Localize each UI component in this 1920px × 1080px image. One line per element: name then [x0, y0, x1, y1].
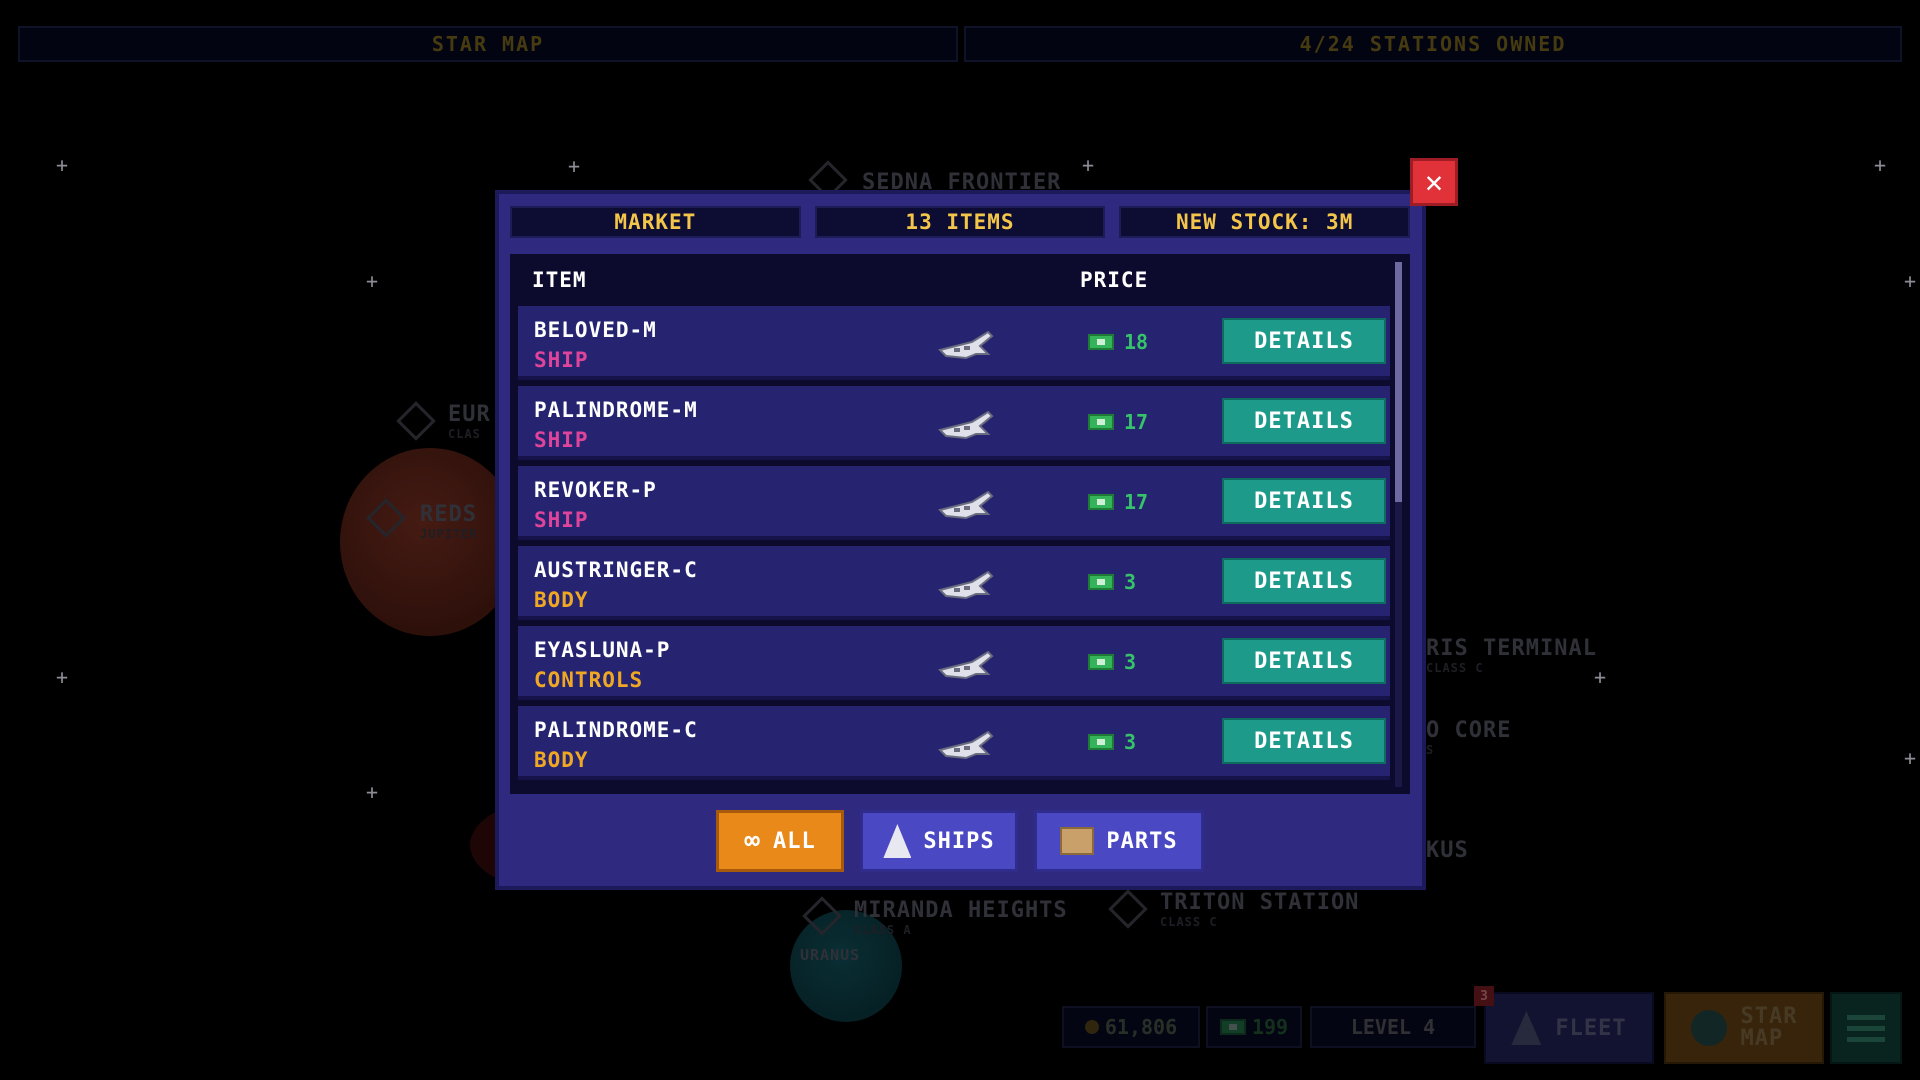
item-category: BODY	[534, 588, 589, 612]
item-category: SHIP	[534, 508, 589, 532]
price-value: 17	[1124, 410, 1149, 434]
filter-all-button[interactable]: ∞ ALL	[716, 810, 844, 872]
filter-ships-button[interactable]: SHIPS	[860, 810, 1018, 872]
item-name: BELOVED-M	[534, 318, 657, 342]
item-price: 18	[1088, 330, 1148, 354]
details-label: DETAILS	[1254, 488, 1354, 514]
column-price: PRICE	[1080, 268, 1149, 292]
ship-icon	[938, 730, 994, 760]
item-price: 3	[1088, 730, 1136, 754]
details-label: DETAILS	[1254, 408, 1354, 434]
item-category: CONTROLS	[534, 668, 644, 692]
cash-icon	[1088, 414, 1114, 430]
price-value: 3	[1124, 570, 1137, 594]
cash-icon	[1088, 734, 1114, 750]
item-category: BODY	[534, 748, 589, 772]
details-label: DETAILS	[1254, 328, 1354, 354]
details-button[interactable]: DETAILS	[1222, 318, 1386, 364]
price-value: 17	[1124, 490, 1149, 514]
details-button[interactable]: DETAILS	[1222, 478, 1386, 524]
item-price: 17	[1088, 410, 1148, 434]
details-button[interactable]: DETAILS	[1222, 398, 1386, 444]
filter-parts-button[interactable]: PARTS	[1034, 810, 1204, 872]
ship-icon	[938, 650, 994, 680]
item-name: REVOKER-P	[534, 478, 657, 502]
market-title: MARKET	[510, 206, 801, 238]
item-price: 3	[1088, 570, 1136, 594]
item-price: 17	[1088, 490, 1148, 514]
details-button[interactable]: DETAILS	[1222, 638, 1386, 684]
new-stock-timer: NEW STOCK: 3M	[1119, 206, 1411, 238]
item-category: SHIP	[534, 428, 589, 452]
details-button[interactable]: DETAILS	[1222, 718, 1386, 764]
filter-all-label: ALL	[772, 828, 816, 854]
details-label: DETAILS	[1254, 728, 1354, 754]
column-item: ITEM	[532, 268, 587, 292]
items-count: 13 ITEMS	[814, 206, 1106, 238]
market-row: EYASLUNA-P CONTROLS 3 DETAILS	[518, 626, 1390, 700]
details-label: DETAILS	[1254, 648, 1354, 674]
item-category: SHIP	[534, 348, 589, 372]
filter-parts-label: PARTS	[1106, 828, 1178, 854]
ship-icon	[938, 410, 994, 440]
close-icon: ✕	[1424, 164, 1444, 200]
market-header-tabs: MARKET 13 ITEMS NEW STOCK: 3M	[510, 206, 1411, 238]
price-value: 3	[1124, 730, 1137, 754]
scrollbar-thumb[interactable]	[1395, 262, 1402, 502]
item-price: 3	[1088, 650, 1136, 674]
rocket-icon	[883, 824, 912, 858]
ship-icon	[938, 570, 994, 600]
market-row: REVOKER-P SHIP 17 DETAILS	[518, 466, 1390, 540]
market-row: PALINDROME-M SHIP 17 DETAILS	[518, 386, 1390, 460]
ship-icon	[938, 490, 994, 520]
price-value: 3	[1124, 650, 1137, 674]
close-button[interactable]: ✕	[1410, 158, 1458, 206]
infinity-icon: ∞	[744, 826, 761, 856]
item-name: AUSTRINGER-C	[534, 558, 698, 582]
market-row: BELOVED-M SHIP 18 DETAILS	[518, 306, 1390, 380]
filter-ships-label: SHIPS	[923, 828, 995, 854]
ship-icon	[938, 330, 994, 360]
table-header: ITEM PRICE	[510, 254, 1390, 306]
item-name: PALINDROME-M	[534, 398, 698, 422]
market-row: AUSTRINGER-C BODY 3 DETAILS	[518, 546, 1390, 620]
cash-icon	[1088, 574, 1114, 590]
cash-icon	[1088, 654, 1114, 670]
cash-icon	[1088, 334, 1114, 350]
item-name: PALINDROME-C	[534, 718, 698, 742]
market-table[interactable]: ITEM PRICE BELOVED-M SHIP 18 DETAILS PAL…	[510, 254, 1410, 794]
cash-icon	[1088, 494, 1114, 510]
item-name: EYASLUNA-P	[534, 638, 671, 662]
market-row: PALINDROME-C BODY 3 DETAILS	[518, 706, 1390, 780]
details-button[interactable]: DETAILS	[1222, 558, 1386, 604]
details-label: DETAILS	[1254, 568, 1354, 594]
crate-icon	[1060, 827, 1095, 855]
price-value: 18	[1124, 330, 1149, 354]
